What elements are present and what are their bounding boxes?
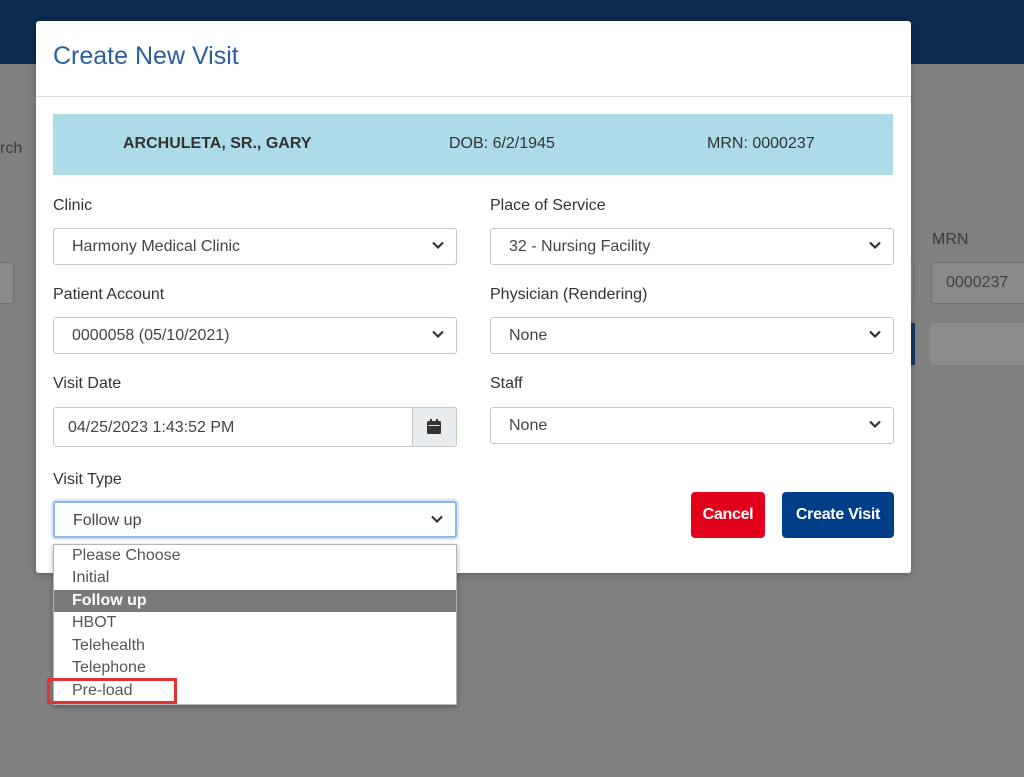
background-mrn-label: MRN [932,231,969,248]
clinic-select-value: Harmony Medical Clinic [72,238,241,255]
visit-type-option[interactable]: Telephone [54,657,456,679]
create-visit-modal: Create New Visit ARCHULETA, SR., GARY DO… [36,21,911,573]
patient-account-select[interactable]: 0000058 (05/10/2021) [53,317,457,354]
visit-type-option-selected[interactable]: Follow up [54,590,456,612]
physician-value: None [509,327,548,344]
patient-mrn: MRN: 0000237 [707,135,815,152]
background-mrn-input: 0000237 [931,262,1024,304]
visit-type-option[interactable]: Please Choose [54,545,456,567]
place-of-service-select[interactable]: 32 - Nursing Facility [490,228,894,265]
visit-type-option[interactable]: Initial [54,567,456,589]
visit-type-value: Follow up [73,512,142,529]
background-search-label: rch [0,140,23,157]
chevron-down-icon [869,420,881,429]
create-visit-button[interactable]: Create Visit [782,492,894,538]
physician-label: Physician (Rendering) [490,286,648,303]
visit-type-option[interactable]: HBOT [54,612,456,634]
patient-dob: DOB: 6/2/1945 [449,135,555,152]
calendar-button[interactable] [412,408,456,446]
patient-account-value: 0000058 (05/10/2021) [72,327,230,344]
clinic-label: Clinic [53,197,93,214]
chevron-down-icon [432,330,444,339]
staff-label: Staff [490,375,523,392]
modal-title: Create New Visit [53,42,239,70]
visit-date-label: Visit Date [53,375,122,392]
staff-select[interactable]: None [490,407,894,444]
staff-value: None [509,417,548,434]
place-of-service-label: Place of Service [490,197,606,214]
chevron-down-icon [432,241,444,250]
place-of-service-value: 32 - Nursing Facility [509,238,651,255]
cancel-button[interactable]: Cancel [691,492,765,538]
visit-type-option[interactable]: Telehealth [54,635,456,657]
annotation-highlight-box [47,678,177,704]
chevron-down-icon [869,330,881,339]
chevron-down-icon [869,241,881,250]
chevron-down-icon [431,515,443,524]
patient-info-bar: ARCHULETA, SR., GARY DOB: 6/2/1945 MRN: … [53,114,893,175]
visit-type-select[interactable]: Follow up [53,501,457,538]
calendar-icon [427,419,441,434]
visit-date-input[interactable]: 04/25/2023 1:43:52 PM [53,407,457,447]
physician-select[interactable]: None [490,317,894,354]
clinic-select[interactable]: Harmony Medical Clinic [53,228,457,265]
background-input-left [0,262,14,304]
background-button [930,323,1024,365]
visit-type-label: Visit Type [53,471,122,488]
modal-header: Create New Visit [36,21,911,97]
visit-date-value: 04/25/2023 1:43:52 PM [68,419,235,436]
patient-name: ARCHULETA, SR., GARY [123,135,312,152]
patient-account-label: Patient Account [53,286,165,303]
